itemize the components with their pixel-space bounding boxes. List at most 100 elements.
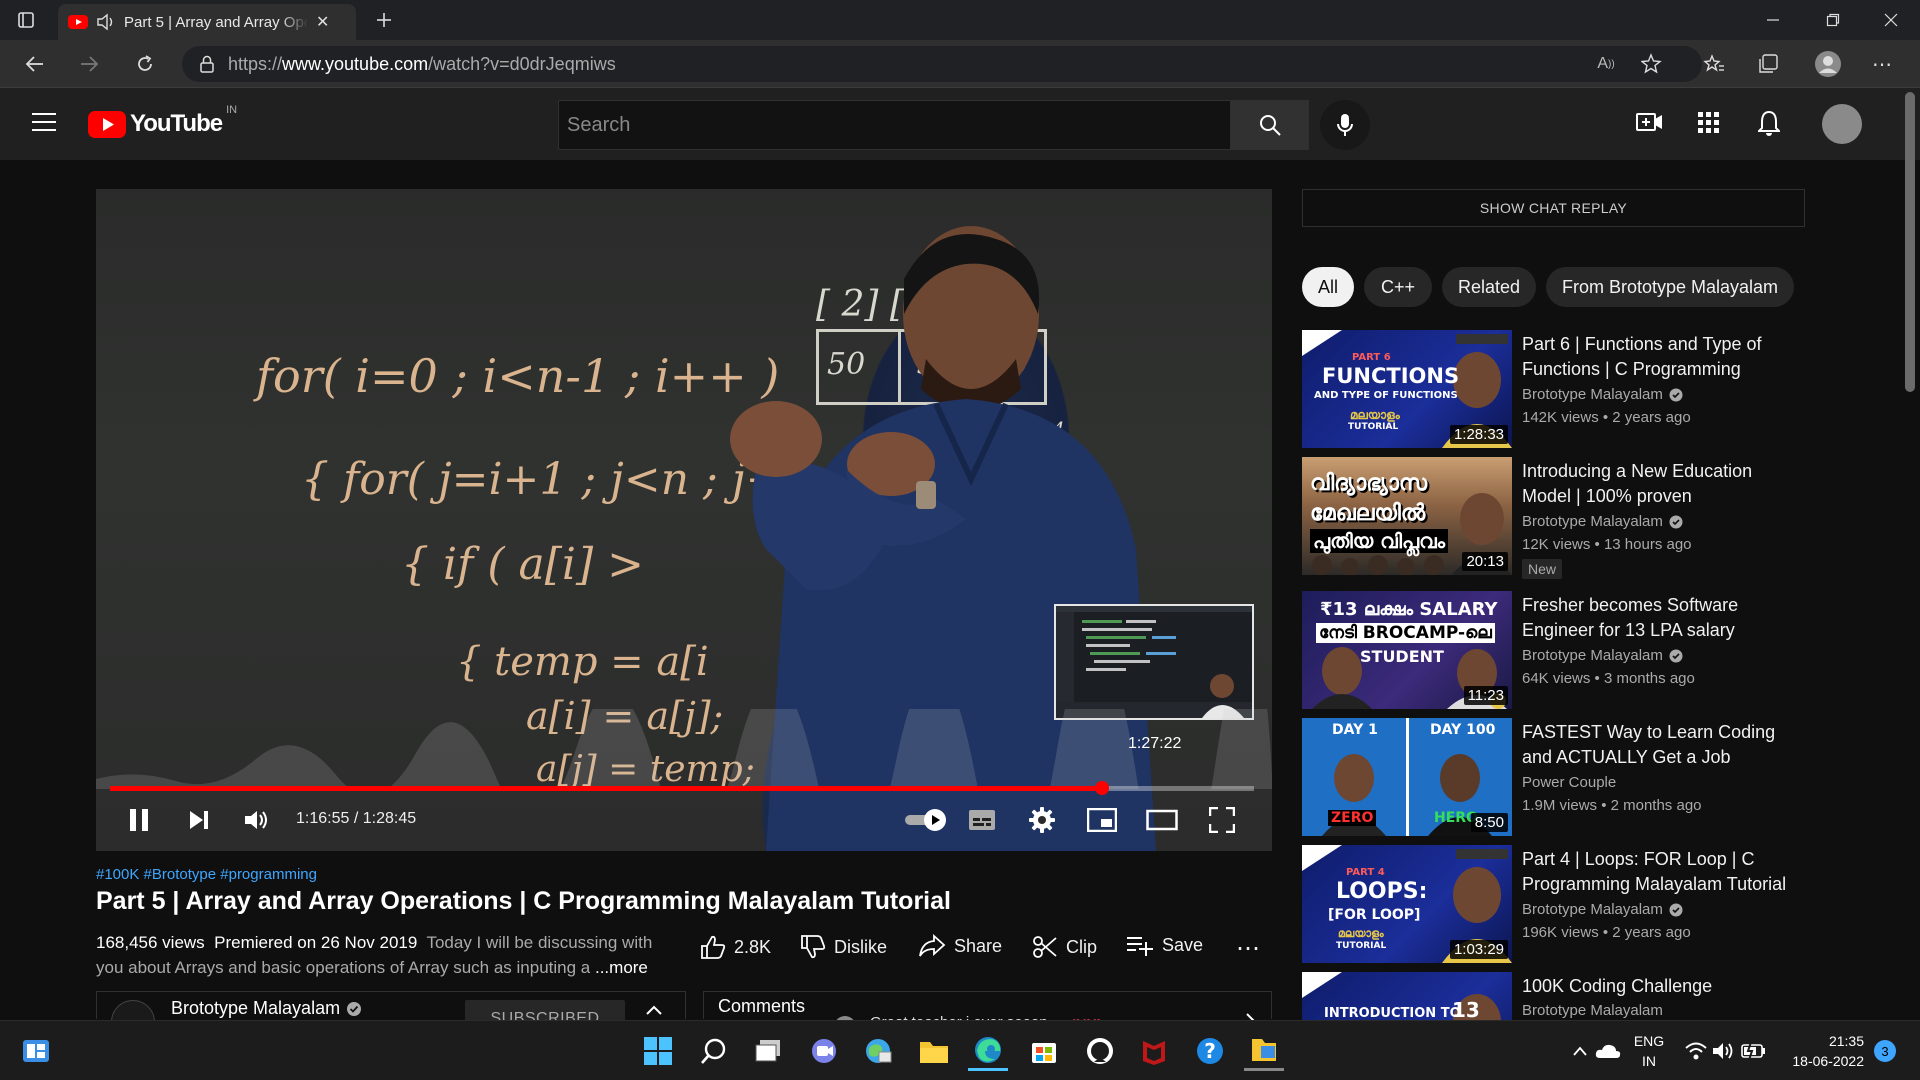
search-button[interactable]: [1231, 100, 1309, 150]
task-view-icon[interactable]: [748, 1031, 788, 1071]
audio-playing-icon[interactable]: [96, 13, 116, 31]
forward-icon[interactable]: [74, 50, 104, 78]
related-video[interactable]: DAY 1 DAY 100 ZERO HERO 8:50 FASTEST Way…: [1302, 718, 1812, 836]
minimize-icon[interactable]: [1758, 6, 1788, 34]
active-tab[interactable]: Part 5 | Array and Array Operations | C …: [58, 4, 356, 40]
lock-icon[interactable]: [200, 55, 214, 73]
add-favorite-icon[interactable]: [1638, 52, 1666, 76]
youtube-logo[interactable]: YouTube IN: [88, 104, 237, 138]
search-taskbar-icon[interactable]: [694, 1031, 734, 1071]
subtitles-button[interactable]: [964, 805, 1000, 835]
chip-from-channel[interactable]: From Brototype Malayalam: [1546, 267, 1794, 307]
show-chat-replay-button[interactable]: SHOW CHAT REPLAY: [1302, 189, 1805, 227]
video-title-link[interactable]: Part 6 | Functions and Type of Functions…: [1522, 332, 1792, 382]
github-icon[interactable]: [1080, 1031, 1120, 1071]
video-title-link[interactable]: Part 4 | Loops: FOR Loop | C Programming…: [1522, 847, 1792, 897]
restore-icon[interactable]: [1818, 6, 1848, 34]
system-clock[interactable]: 21:35 18-06-2022: [1784, 1031, 1864, 1071]
channel-name-link[interactable]: Brototype Malayalam: [171, 998, 362, 1019]
search-input[interactable]: Search: [558, 100, 1231, 150]
voice-search-button[interactable]: [1320, 100, 1370, 150]
pause-button[interactable]: [122, 803, 156, 837]
video-thumbnail[interactable]: വിദ്യാഭ്യാസ മേഖലയിൽ പുതിയ വിപ്ലവം 20:13: [1302, 457, 1512, 575]
dislike-button[interactable]: Dislike: [800, 934, 887, 960]
theater-mode-button[interactable]: [1144, 803, 1180, 837]
apps-grid-icon[interactable]: [1698, 112, 1720, 134]
notification-count-badge[interactable]: 3: [1874, 1040, 1896, 1062]
mcafee-icon[interactable]: [1134, 1031, 1174, 1071]
refresh-icon[interactable]: [130, 50, 160, 78]
clip-button[interactable]: Clip: [1032, 934, 1097, 960]
chevron-up-icon[interactable]: [645, 1004, 663, 1016]
video-channel[interactable]: Brototype Malayalam: [1522, 1002, 1663, 1019]
profile-avatar[interactable]: [1812, 48, 1844, 80]
next-video-button[interactable]: [182, 803, 216, 837]
video-thumbnail[interactable]: ₹13 ലക്ഷം SALARY നേടി BROCAMP-ലെ STUDENT…: [1302, 591, 1512, 709]
file-explorer-icon[interactable]: [914, 1031, 954, 1071]
save-button[interactable]: Save: [1126, 934, 1203, 956]
progress-bar[interactable]: [110, 781, 1254, 795]
new-tab-icon[interactable]: [370, 6, 398, 34]
notifications-bell-icon[interactable]: [1758, 110, 1780, 136]
chip-all[interactable]: All: [1302, 267, 1354, 307]
file-manager-icon[interactable]: [1244, 1031, 1284, 1071]
video-thumbnail[interactable]: DAY 1 DAY 100 ZERO HERO 8:50: [1302, 718, 1512, 836]
back-icon[interactable]: [20, 50, 50, 78]
favorites-icon[interactable]: [1700, 52, 1728, 76]
hashtags-link[interactable]: #100K #Brototype #programming: [96, 866, 317, 883]
page-scrollbar[interactable]: [1905, 92, 1915, 392]
settings-button[interactable]: [1024, 803, 1060, 837]
video-channel[interactable]: Brototype Malayalam: [1522, 647, 1683, 664]
account-avatar[interactable]: [1822, 104, 1862, 144]
video-channel[interactable]: Power Couple: [1522, 774, 1616, 791]
video-title-link[interactable]: Fresher becomes Software Engineer for 13…: [1522, 593, 1792, 643]
progress-scrubber[interactable]: [1094, 781, 1109, 795]
create-video-icon[interactable]: [1636, 110, 1664, 134]
widgets-icon[interactable]: [16, 1031, 56, 1071]
like-button[interactable]: 2.8K: [700, 934, 771, 960]
edge-browser-icon[interactable]: [968, 1031, 1008, 1071]
control-panel-icon[interactable]: [858, 1031, 898, 1071]
related-video[interactable]: വിദ്യാഭ്യാസ മേഖലയിൽ പുതിയ വിപ്ലവം 20:13 …: [1302, 457, 1812, 579]
video-thumbnail[interactable]: INTRODUCTION TO 13: [1302, 972, 1512, 1020]
share-button[interactable]: Share: [918, 934, 1002, 958]
battery-icon[interactable]: [1734, 1031, 1774, 1071]
related-video[interactable]: INTRODUCTION TO 13 100K Coding Challenge…: [1302, 972, 1812, 1020]
video-channel[interactable]: Brototype Malayalam: [1522, 513, 1683, 530]
miniplayer-button[interactable]: [1084, 803, 1120, 837]
onedrive-cloud-icon[interactable]: [1588, 1031, 1628, 1071]
browser-menu-icon[interactable]: ⋯: [1868, 52, 1896, 76]
close-window-icon[interactable]: [1876, 6, 1906, 34]
chip-related[interactable]: Related: [1442, 267, 1536, 307]
video-player[interactable]: for( i=0 ; i<n-1 ; i++ ) { for( j=i+1 ; …: [96, 189, 1272, 851]
more-actions-icon[interactable]: ⋯: [1236, 934, 1260, 963]
chip-cpp[interactable]: C++: [1364, 267, 1432, 307]
language-indicator[interactable]: ENG IN: [1632, 1031, 1666, 1071]
video-title-link[interactable]: Introducing a New Education Model | 100%…: [1522, 459, 1792, 509]
start-windows-icon[interactable]: [638, 1031, 678, 1071]
microsoft-store-icon[interactable]: [1024, 1031, 1064, 1071]
tab-close-icon[interactable]: ✕: [316, 12, 329, 32]
hamburger-menu-icon[interactable]: [32, 112, 58, 132]
video-thumbnail[interactable]: PART 4 LOOPS: [FOR LOOP] മലയാളം TUTORIAL…: [1302, 845, 1512, 963]
read-aloud-icon[interactable]: A)): [1592, 52, 1620, 76]
volume-button[interactable]: [240, 803, 274, 837]
fullscreen-button[interactable]: [1204, 803, 1240, 837]
description-snippet[interactable]: 168,456 views Premiered on 26 Nov 2019 T…: [96, 930, 676, 980]
video-title-link[interactable]: 100K Coding Challenge: [1522, 974, 1792, 999]
url-field[interactable]: https://www.youtube.com/watch?v=d0drJeqm…: [182, 46, 1702, 82]
help-icon[interactable]: ?: [1190, 1031, 1230, 1071]
comments-teaser[interactable]: Comments Great teacher i ever seeen ♥♥♥: [703, 991, 1272, 1038]
teams-chat-icon[interactable]: [804, 1031, 844, 1071]
related-video[interactable]: PART 6 FUNCTIONS AND TYPE OF FUNCTIONS മ…: [1302, 330, 1812, 448]
tab-actions-icon[interactable]: [14, 8, 38, 32]
related-video[interactable]: ₹13 ലക്ഷം SALARY നേടി BROCAMP-ലെ STUDENT…: [1302, 591, 1812, 709]
video-title-link[interactable]: FASTEST Way to Learn Coding and ACTUALLY…: [1522, 720, 1792, 770]
video-channel[interactable]: Brototype Malayalam: [1522, 901, 1683, 918]
autoplay-toggle[interactable]: [902, 805, 948, 835]
related-video[interactable]: PART 4 LOOPS: [FOR LOOP] മലയാളം TUTORIAL…: [1302, 845, 1812, 963]
video-channel[interactable]: Brototype Malayalam: [1522, 386, 1683, 403]
collections-icon[interactable]: [1754, 52, 1782, 76]
show-more-link[interactable]: ...more: [595, 958, 648, 977]
video-thumbnail[interactable]: PART 6 FUNCTIONS AND TYPE OF FUNCTIONS മ…: [1302, 330, 1512, 448]
